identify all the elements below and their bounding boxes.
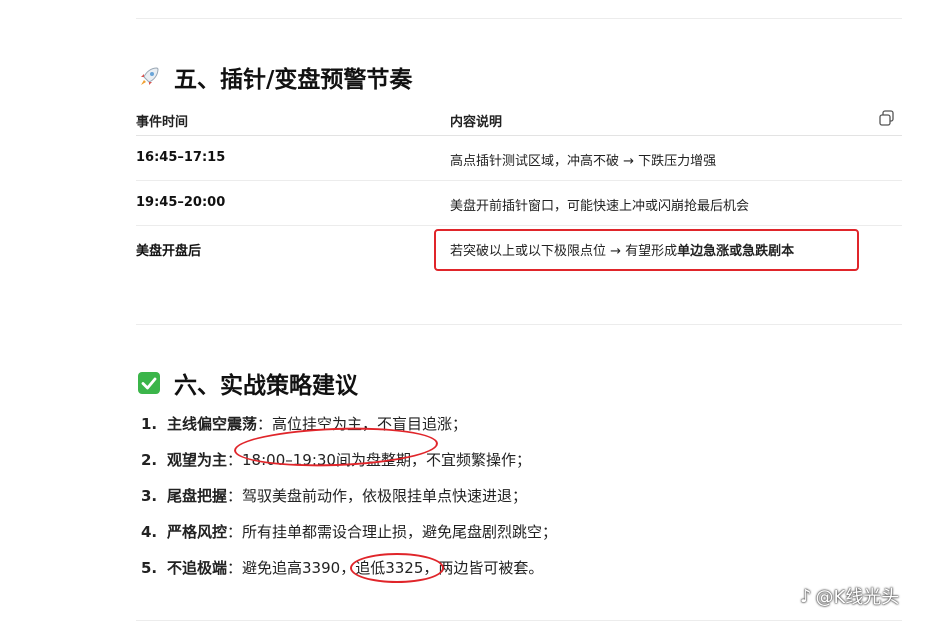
list-keyword: 观望为主 [167, 451, 228, 469]
row-desc: 高点插针测试区域，冲高不破 → 下跌压力增强 [450, 154, 717, 169]
top-divider [136, 18, 902, 19]
table-row: 19:45–20:00 美盘开前插针窗口，可能快速上冲或闪崩抢最后机会 [136, 181, 902, 226]
list-number: 2. [141, 451, 158, 469]
list-number: 5. [141, 559, 158, 577]
section-divider [136, 324, 902, 325]
row-time: 19:45–20:00 [136, 195, 226, 210]
red-highlight-box [434, 229, 859, 271]
section6-title: 六、实战策略建议 [174, 373, 358, 399]
section6-heading: 六、实战策略建议 [136, 366, 358, 400]
list-keyword: 不追极端 [167, 559, 228, 577]
list-item: 3. 尾盘把握：驾驭美盘前动作，依极限挂单点快速进退； [141, 485, 527, 506]
list-text: ：驾驭美盘前动作，依极限挂单点快速进退； [227, 487, 528, 505]
list-item: 5. 不追极端：避免追高3390，追低3325，两边皆可被套。 [141, 557, 543, 578]
row-desc: 美盘开前插针窗口，可能快速上冲或闪崩抢最后机会 [450, 199, 750, 214]
header-description: 内容说明 [450, 115, 503, 130]
list-number: 3. [141, 487, 158, 505]
list-text: ：所有挂单都需设合理止损，避免尾盘剧烈跳空； [227, 523, 558, 541]
check-icon [136, 370, 162, 396]
list-keyword: 主线偏空震荡 [167, 415, 258, 433]
section5-title: 五、插针/变盘预警节奏 [174, 67, 413, 93]
watermark-text: @K线光头 [815, 587, 900, 608]
rocket-icon [136, 64, 162, 90]
list-keyword: 尾盘把握 [167, 487, 228, 505]
section5-heading: 五、插针/变盘预警节奏 [136, 60, 412, 94]
red-ellipse-annotation [350, 553, 444, 583]
watermark: ♪ @K线光头 [800, 583, 899, 609]
table-header: 事件时间 内容说明 [136, 106, 902, 136]
table-row: 16:45–17:15 高点插针测试区域，冲高不破 → 下跌压力增强 [136, 136, 902, 181]
row-time: 16:45–17:15 [136, 150, 226, 165]
watermark-logo-icon: ♪ [800, 585, 812, 607]
row-time: 美盘开盘后 [136, 244, 202, 259]
list-number: 1. [141, 415, 158, 433]
copy-icon[interactable] [878, 109, 898, 129]
list-keyword: 严格风控 [167, 523, 228, 541]
bottom-divider [136, 620, 902, 621]
list-number: 4. [141, 523, 158, 541]
list-item: 4. 严格风控：所有挂单都需设合理止损，避免尾盘剧烈跳空； [141, 521, 557, 542]
header-event-time: 事件时间 [136, 115, 189, 130]
